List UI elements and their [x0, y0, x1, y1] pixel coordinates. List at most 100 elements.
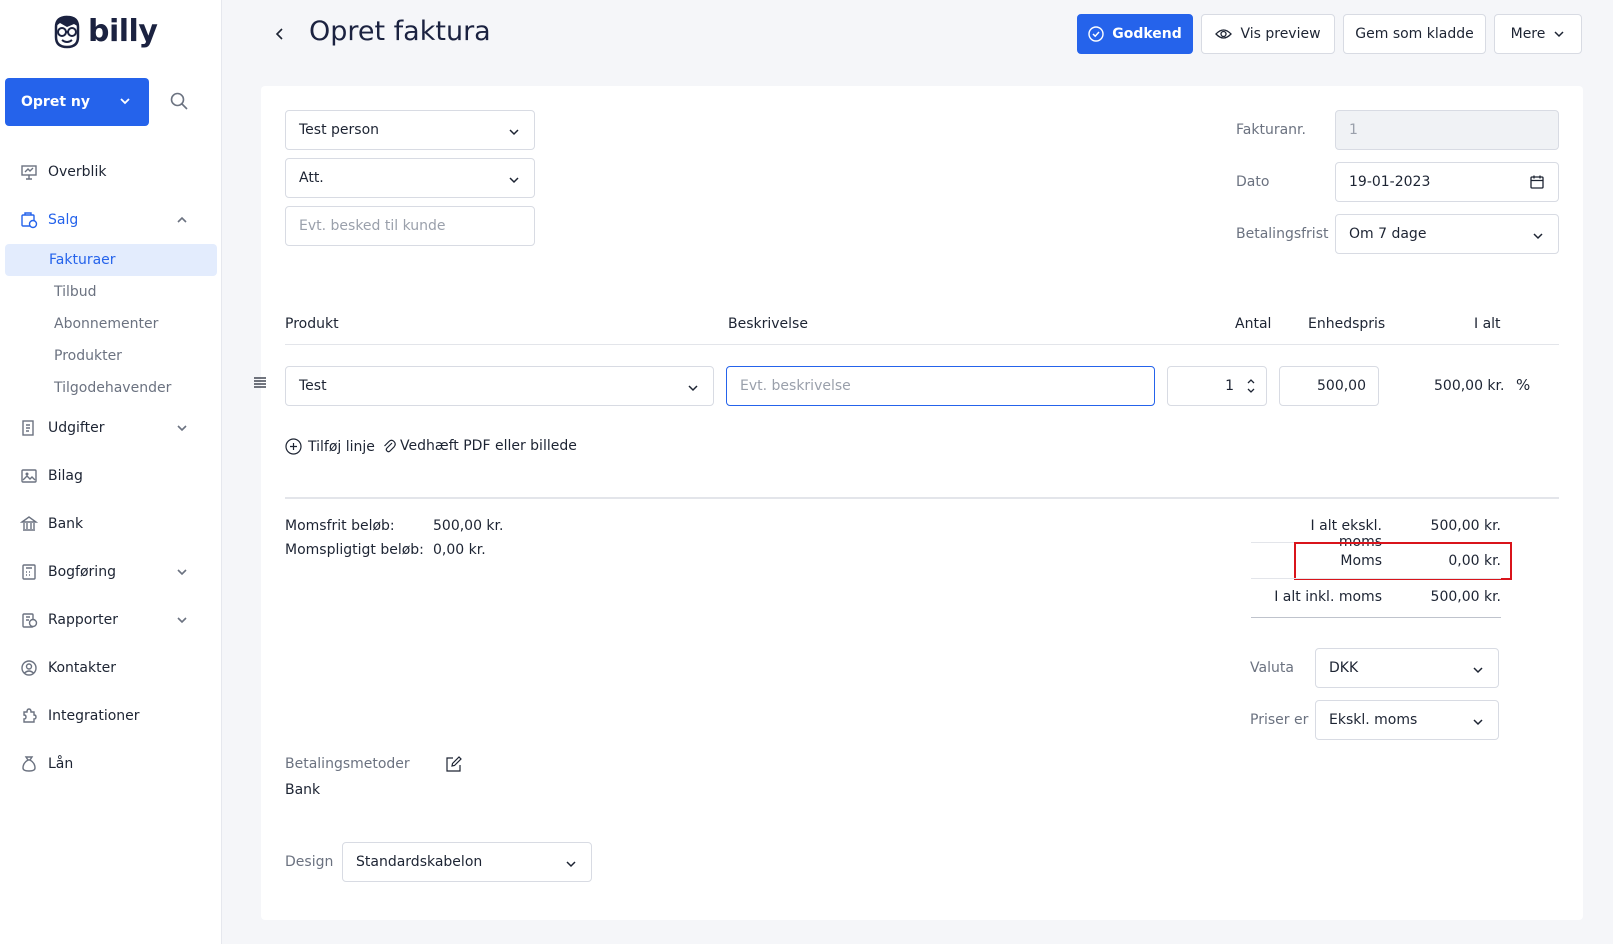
- vat-highlight-box: [1294, 542, 1512, 580]
- expenses-icon: [22, 420, 34, 436]
- invoice-number-value: 1: [1349, 122, 1358, 138]
- prices-value: Ekskl. moms: [1329, 712, 1418, 728]
- preview-button[interactable]: Vis preview: [1201, 14, 1335, 54]
- due-select[interactable]: Om 7 dage: [1335, 214, 1559, 254]
- date-label: Dato: [1236, 174, 1270, 190]
- more-button[interactable]: Mere: [1494, 14, 1582, 54]
- discount-percent-button[interactable]: %: [1516, 376, 1530, 394]
- save-draft-label: Gem som kladde: [1355, 26, 1474, 42]
- currency-select[interactable]: DKK: [1315, 648, 1499, 688]
- vat-liable-label: Momspligtigt beløb:: [285, 542, 424, 558]
- design-select[interactable]: Standardskabelon: [342, 842, 592, 882]
- sidebar-subitem-tilbud[interactable]: Tilbud: [5, 276, 217, 308]
- create-new-button[interactable]: Opret ny: [5, 78, 149, 126]
- money-bag-icon: [22, 756, 36, 772]
- sidebar-item-bank[interactable]: Bank: [0, 500, 222, 548]
- product-select[interactable]: Test: [285, 366, 714, 406]
- col-description-header: Beskrivelse: [728, 316, 808, 332]
- due-value: Om 7 dage: [1349, 226, 1427, 242]
- invoice-number-label: Fakturanr.: [1236, 122, 1306, 138]
- subtotal-value: 500,00 kr.: [1430, 518, 1501, 534]
- sidebar-item-lan[interactable]: Lån: [0, 740, 222, 788]
- total-label: I alt inkl. moms: [1274, 589, 1382, 605]
- sidebar-item-udgifter[interactable]: Udgifter: [0, 404, 222, 452]
- save-draft-button[interactable]: Gem som kladde: [1343, 14, 1486, 54]
- edit-icon[interactable]: [445, 756, 462, 773]
- sidebar-item-bilag[interactable]: Bilag: [0, 452, 222, 500]
- sidebar-item-label: Bogføring: [48, 564, 116, 580]
- presentation-icon: [21, 165, 37, 180]
- payment-methods-label: Betalingsmetoder: [285, 756, 410, 772]
- drag-handle-icon[interactable]: [253, 376, 267, 388]
- preview-label: Vis preview: [1240, 26, 1321, 42]
- sidebar-item-label: Udgifter: [48, 420, 105, 436]
- sidebar-item-salg[interactable]: Salg: [0, 196, 222, 244]
- create-new-label: Opret ny: [21, 94, 90, 110]
- calendar-icon[interactable]: [1530, 175, 1544, 189]
- sidebar-subitem-abonnementer[interactable]: Abonnementer: [5, 308, 217, 340]
- currency-label: Valuta: [1250, 660, 1294, 676]
- customer-select[interactable]: Test person: [285, 110, 535, 150]
- customer-value: Test person: [299, 122, 380, 138]
- line-description-input[interactable]: Evt. beskrivelse: [726, 366, 1155, 406]
- sidebar-subitem-tilgodehavender[interactable]: Tilgodehavender: [5, 372, 217, 404]
- sidebar-item-label: Rapporter: [48, 612, 118, 628]
- attach-file-label: Vedhæft PDF eller billede: [400, 438, 577, 454]
- sidebar-item-label: Salg: [48, 212, 79, 228]
- approve-button[interactable]: Godkend: [1077, 14, 1193, 54]
- eye-icon: [1215, 29, 1233, 39]
- puzzle-icon: [23, 708, 37, 723]
- prices-select[interactable]: Ekskl. moms: [1315, 700, 1499, 740]
- vat-free-label: Momsfrit beløb:: [285, 518, 395, 534]
- att-value: Att.: [299, 170, 324, 186]
- summary-divider: [285, 497, 1559, 499]
- product-value: Test: [299, 378, 327, 394]
- line-total: 500,00 kr.: [1434, 378, 1505, 394]
- quantity-value: 1: [1225, 378, 1234, 394]
- attach-file-button[interactable]: Vedhæft PDF eller billede: [382, 438, 577, 454]
- contact-icon: [21, 660, 37, 676]
- unit-price-input[interactable]: 500,00: [1279, 366, 1379, 406]
- total-divider: [1251, 617, 1501, 618]
- chevron-down-icon: [1473, 719, 1483, 726]
- sidebar-item-label: Lån: [48, 756, 74, 772]
- design-label: Design: [285, 854, 334, 870]
- add-line-label: Tilføj linje: [308, 438, 375, 455]
- vat-divider: [1251, 578, 1501, 579]
- sidebar-item-bogforing[interactable]: Bogføring: [0, 548, 222, 596]
- chevron-down-icon: [177, 617, 187, 624]
- att-select[interactable]: Att.: [285, 158, 535, 198]
- sidebar-subitem-fakturaer[interactable]: Fakturaer: [5, 244, 217, 276]
- add-line-button[interactable]: Tilføj linje: [285, 438, 375, 455]
- billy-logo[interactable]: billy: [52, 14, 158, 49]
- back-chevron-icon[interactable]: [274, 26, 286, 42]
- design-value: Standardskabelon: [356, 854, 483, 870]
- line-description-placeholder: Evt. beskrivelse: [740, 378, 851, 394]
- sidebar-item-overblik[interactable]: Overblik: [0, 148, 222, 196]
- sidebar-item-kontakter[interactable]: Kontakter: [0, 644, 222, 692]
- chevron-down-icon: [1473, 667, 1483, 674]
- search-icon[interactable]: [170, 92, 188, 110]
- chevron-down-icon: [177, 425, 187, 432]
- chevron-down-icon: [566, 861, 576, 868]
- bank-icon: [20, 516, 38, 531]
- vat-free-value: 500,00 kr.: [433, 518, 504, 534]
- chevron-down-icon: [120, 98, 130, 105]
- quantity-stepper[interactable]: 1: [1167, 366, 1267, 406]
- invoice-form-card: Test person Att. Evt. besked til kunde F…: [254, 86, 1583, 920]
- col-qty-header: Antal: [1235, 316, 1272, 332]
- date-field[interactable]: 19-01-2023: [1335, 162, 1559, 202]
- vat-liable-value: 0,00 kr.: [433, 542, 486, 558]
- sidebar-item-label: Bank: [48, 516, 84, 532]
- customer-message-placeholder: Evt. besked til kunde: [299, 218, 446, 234]
- stepper-arrows-icon[interactable]: [1246, 377, 1256, 395]
- sidebar-item-rapporter[interactable]: Rapporter: [0, 596, 222, 644]
- sidebar-subitem-produkter[interactable]: Produkter: [5, 340, 217, 372]
- sales-icon: [21, 212, 38, 229]
- customer-message-input[interactable]: Evt. besked til kunde: [285, 206, 535, 246]
- chevron-down-icon: [509, 177, 519, 184]
- image-icon: [21, 469, 37, 483]
- chevron-down-icon: [177, 569, 187, 576]
- prices-label: Priser er: [1250, 712, 1309, 728]
- sidebar-item-integrationer[interactable]: Integrationer: [0, 692, 222, 740]
